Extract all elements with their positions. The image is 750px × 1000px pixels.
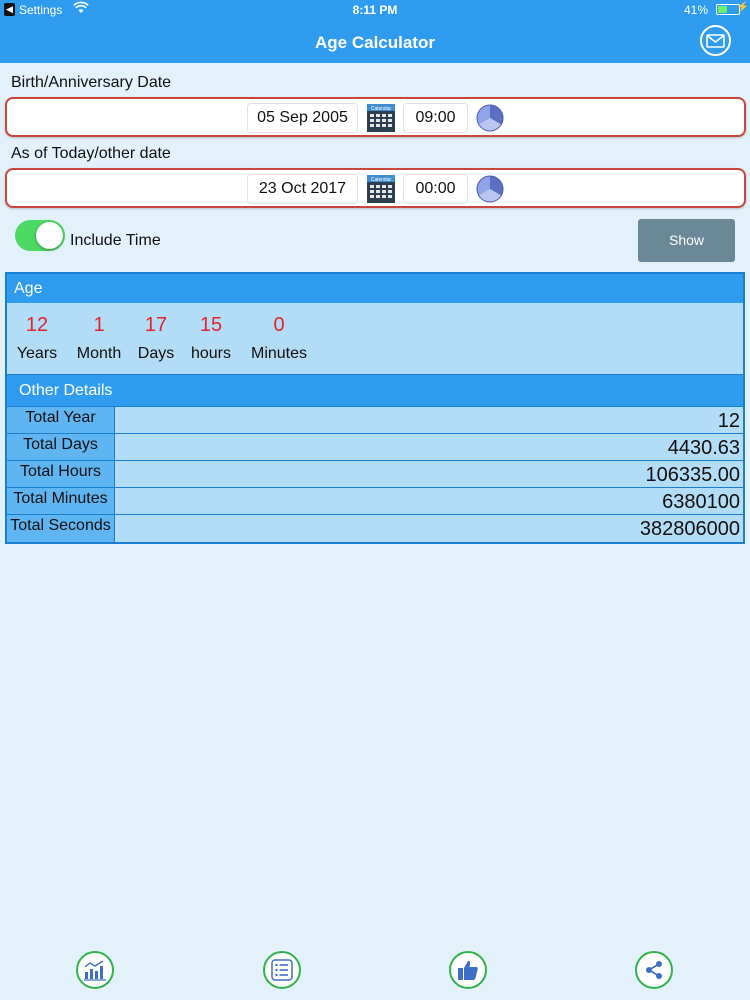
battery-percent: 41% <box>683 3 708 17</box>
mail-button[interactable] <box>700 25 731 56</box>
include-time-label: Include Time <box>70 232 161 249</box>
age-days: 17 Days <box>135 314 177 363</box>
like-button[interactable] <box>449 951 487 989</box>
toggle-knob <box>36 222 63 249</box>
table-row: Total Year 12 <box>7 407 743 434</box>
age-header: Age <box>7 274 743 303</box>
age-years-unit: Years <box>16 345 58 362</box>
thumbs-up-icon <box>458 960 478 980</box>
calendar-icon[interactable]: Calendar <box>366 174 396 204</box>
svg-text:Calendar: Calendar <box>371 106 392 112</box>
age-minutes: 0 Minutes <box>247 314 311 363</box>
age-years: 12 Years <box>14 314 60 363</box>
age-years-value: 12 <box>25 314 49 336</box>
share-icon <box>646 961 662 979</box>
asof-date-label: As of Today/other date <box>11 145 171 162</box>
table-row: Total Days 4430.63 <box>7 434 743 461</box>
status-time: 8:11 PM <box>352 3 398 17</box>
list-button[interactable] <box>263 951 301 989</box>
age-month-unit: Month <box>76 345 122 362</box>
age-minutes-unit: Minutes <box>250 345 308 362</box>
age-month: 1 Month <box>71 314 127 363</box>
detail-value: 12 <box>115 407 743 433</box>
age-hours-unit: hours <box>190 345 232 362</box>
detail-label: Total Year <box>7 407 115 433</box>
age-days-unit: Days <box>137 345 175 362</box>
age-hours: 15 hours <box>188 314 234 363</box>
clock-icon[interactable] <box>475 103 505 133</box>
include-time-toggle[interactable] <box>15 220 65 251</box>
detail-value: 382806000 <box>115 515 743 542</box>
age-hours-value: 15 <box>199 314 223 336</box>
age-month-value: 1 <box>93 314 105 336</box>
detail-value: 4430.63 <box>115 434 743 460</box>
list-icon <box>271 959 293 981</box>
share-button[interactable] <box>635 951 673 989</box>
clock-icon[interactable] <box>475 174 505 204</box>
table-row: Total Minutes 6380100 <box>7 488 743 515</box>
show-button[interactable]: Show <box>638 219 735 262</box>
page-title: Age Calculator <box>315 33 435 52</box>
chart-icon <box>84 960 106 981</box>
chart-button[interactable] <box>76 951 114 989</box>
birth-date-row: 05 Sep 2005 Calendar 09:00 <box>5 97 746 137</box>
navigation-bar: ◀ Settings 8:11 PM 41% ⚡ Age Calculator <box>0 0 750 63</box>
detail-label: Total Days <box>7 434 115 460</box>
age-days-value: 17 <box>144 314 168 336</box>
other-details-header: Other Details <box>5 375 745 406</box>
details-table: Total Year 12 Total Days 4430.63 Total H… <box>5 406 745 544</box>
birth-time-field[interactable]: 09:00 <box>403 103 468 133</box>
calendar-icon[interactable]: Calendar <box>366 103 396 133</box>
asof-time-field[interactable]: 00:00 <box>403 174 468 204</box>
birth-date-field[interactable]: 05 Sep 2005 <box>247 103 358 133</box>
charging-icon: ⚡ <box>736 2 749 13</box>
table-row: Total Seconds 382806000 <box>7 515 743 542</box>
table-row: Total Hours 106335.00 <box>7 461 743 488</box>
detail-label: Total Seconds <box>7 515 115 542</box>
asof-date-row: 23 Oct 2017 Calendar 00:00 <box>5 168 746 208</box>
asof-date-field[interactable]: 23 Oct 2017 <box>247 174 358 204</box>
detail-value: 106335.00 <box>115 461 743 487</box>
detail-value: 6380100 <box>115 488 743 514</box>
detail-label: Total Hours <box>7 461 115 487</box>
status-bar: ◀ Settings 8:11 PM 41% ⚡ <box>0 0 750 22</box>
detail-label: Total Minutes <box>7 488 115 514</box>
age-panel: Age 12 Years 1 Month 17 Days 15 hours 0 … <box>5 272 745 376</box>
age-minutes-value: 0 <box>273 314 285 336</box>
mail-icon <box>706 33 725 48</box>
birth-date-label: Birth/Anniversary Date <box>11 74 172 91</box>
svg-text:Calendar: Calendar <box>371 177 392 183</box>
